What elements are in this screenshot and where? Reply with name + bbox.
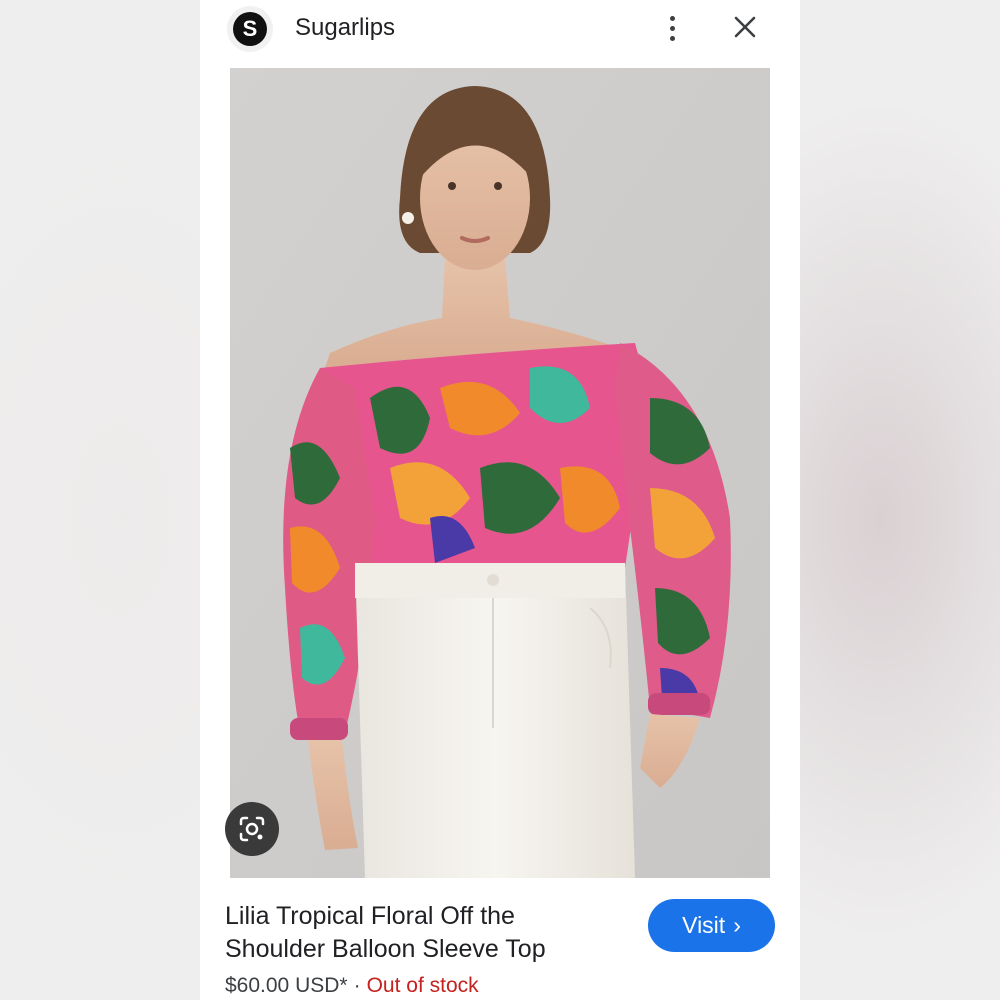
google-lens-icon [239, 816, 265, 842]
chevron-right-icon: › [733, 912, 741, 938]
visit-button-label: Visit [682, 912, 726, 938]
close-icon [734, 16, 756, 38]
brand-logo[interactable]: S [227, 6, 273, 52]
more-vert-icon-dot [669, 15, 675, 21]
price-line: $60.00 USD* · Out of stock [225, 974, 479, 998]
visit-button[interactable]: Visit › [648, 899, 775, 952]
product-price: $60.00 USD* [225, 974, 348, 997]
more-options-button[interactable] [660, 10, 684, 46]
product-title[interactable]: Lilia Tropical Floral Off the Shoulder B… [225, 900, 615, 966]
brand-name[interactable]: Sugarlips [295, 14, 395, 42]
separator-dot: · [353, 974, 361, 997]
more-vert-icon-dot [669, 25, 675, 31]
more-vert-icon-dot [669, 35, 675, 41]
panel-header: S Sugarlips [200, 0, 800, 66]
product-panel: S Sugarlips Lilia Tropical Floral Off th… [200, 0, 800, 1000]
product-image[interactable] [230, 68, 770, 878]
brand-logo-letter: S [233, 12, 267, 46]
stock-status: Out of stock [366, 974, 479, 997]
visual-search-button[interactable] [225, 802, 279, 856]
close-button[interactable] [730, 12, 760, 42]
product-photo [230, 68, 770, 878]
product-info: Lilia Tropical Floral Off the Shoulder B… [200, 880, 800, 1000]
